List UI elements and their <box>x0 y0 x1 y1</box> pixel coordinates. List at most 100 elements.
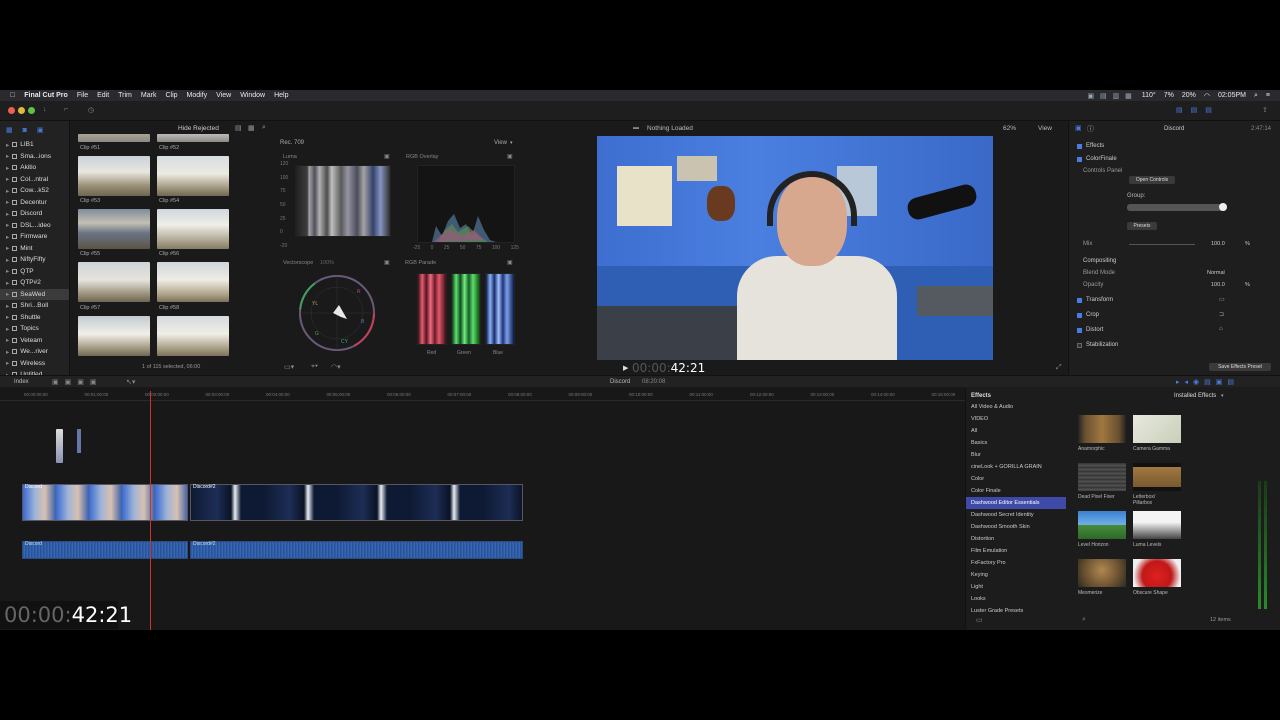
disclosure-triangle-icon[interactable]: ▸ <box>6 256 9 264</box>
library-item[interactable]: ▸ Akitio <box>0 162 69 174</box>
library-item[interactable]: ▸ Cow...k52 <box>0 185 69 197</box>
transform-onscreen-icon[interactable]: ▭ <box>1219 296 1225 303</box>
colorfinale-checkbox[interactable] <box>1077 156 1082 162</box>
crop-checkbox[interactable] <box>1077 312 1082 318</box>
effects-category[interactable]: cineLook + GORILLA GRAIN <box>966 461 1066 473</box>
clip-thumbnail[interactable] <box>78 316 150 356</box>
effect-thumbnail[interactable] <box>1133 559 1181 587</box>
library-item[interactable]: ▸ Shri...Boll <box>0 300 69 312</box>
library-item[interactable]: ▸ LIB1 <box>0 139 69 151</box>
menu-clip[interactable]: Clip <box>165 92 177 99</box>
distort-onscreen-icon[interactable]: ⌂ <box>1219 326 1223 332</box>
clock[interactable]: 02:05PM <box>1218 92 1246 99</box>
effects-category[interactable]: Dashwood Editor Essentials <box>966 497 1066 509</box>
disclosure-triangle-icon[interactable]: ▸ <box>6 325 9 333</box>
effects-sidebar-toggle-icon[interactable]: ▭ <box>976 616 983 624</box>
connected-clip-small[interactable] <box>77 429 81 453</box>
stabilization-row[interactable]: Stabilization <box>1077 342 1118 348</box>
library-item[interactable]: ▸ QTP <box>0 266 69 278</box>
select-tool-icon[interactable]: ↖▾ <box>126 378 135 386</box>
vectorscope-settings-icon[interactable]: ▣ <box>384 259 390 266</box>
menu-file[interactable]: File <box>77 92 88 99</box>
library-item[interactable]: ▸ Mint <box>0 243 69 255</box>
library-item[interactable]: ▸ Veteam <box>0 335 69 347</box>
disclosure-triangle-icon[interactable]: ▸ <box>6 336 9 344</box>
zoom-menu[interactable]: 62% <box>1003 125 1016 132</box>
effects-category[interactable]: Dashwood Secret Identity <box>966 509 1066 521</box>
colorfinale-row[interactable]: ColorFinale <box>1077 156 1117 162</box>
save-effects-preset-button[interactable]: Save Effects Preset <box>1209 363 1271 371</box>
effects-category[interactable]: VIDEO <box>966 413 1066 425</box>
transform-row[interactable]: Transform <box>1077 297 1113 303</box>
clip-thumbnail[interactable] <box>78 209 150 249</box>
video-frame[interactable] <box>597 136 993 360</box>
list-icon[interactable]: ≡ <box>1266 92 1270 99</box>
effects-category[interactable]: Dashwood Smooth Skin <box>966 521 1066 533</box>
effects-category[interactable]: Blur <box>966 449 1066 461</box>
search-icon[interactable]: ⌕ <box>262 124 266 132</box>
effect-thumbnail[interactable] <box>1078 511 1126 539</box>
playhead[interactable] <box>149 391 151 630</box>
distort-checkbox[interactable] <box>1077 327 1082 333</box>
wifi-icon[interactable]: ◠ <box>1204 92 1210 100</box>
effects-category[interactable]: Basics <box>966 437 1066 449</box>
blend-mode-popup[interactable]: Normal <box>1207 270 1225 276</box>
installed-effects-chevron-icon[interactable]: ▾ <box>1221 393 1224 399</box>
effects-category[interactable]: Color <box>966 473 1066 485</box>
menu-modify[interactable]: Modify <box>187 92 208 99</box>
effects-category[interactable]: Keying <box>966 569 1066 581</box>
mix-slider[interactable] <box>1129 244 1195 245</box>
timeline-right-icons[interactable]: ▸◂◉▤▣▤ <box>1176 378 1239 386</box>
crop-row[interactable]: Crop <box>1077 312 1099 318</box>
keyword-icon[interactable]: ⌐ <box>64 106 68 113</box>
library-item[interactable]: ▸ DSL...ideo <box>0 220 69 232</box>
disclosure-triangle-icon[interactable]: ▸ <box>6 244 9 252</box>
effects-checkbox[interactable] <box>1077 143 1082 149</box>
effects-category[interactable]: Looks <box>966 593 1066 605</box>
scopes-view-chevron-icon[interactable]: ▾ <box>510 140 513 146</box>
libraries-icon[interactable]: ▦ <box>6 126 13 134</box>
menu-edit[interactable]: Edit <box>97 92 109 99</box>
stabilization-checkbox[interactable] <box>1077 342 1082 348</box>
layout-icons[interactable]: ▤▤▤ <box>1176 106 1220 114</box>
disclosure-triangle-icon[interactable]: ▸ <box>6 233 9 241</box>
library-item[interactable]: ▸ SeaWed <box>0 288 69 300</box>
enhance-icon[interactable]: ◠▾ <box>331 363 341 371</box>
disclosure-triangle-icon[interactable]: ▸ <box>6 267 9 275</box>
menu-mark[interactable]: Mark <box>141 92 157 99</box>
list-view-icon[interactable]: ▦ <box>248 124 255 132</box>
close-button[interactable] <box>8 107 15 114</box>
scopes-layout-icon[interactable]: ▭▾ <box>284 363 294 371</box>
background-tasks-icon[interactable]: ◷ <box>88 106 94 114</box>
clip-thumbnail[interactable] <box>157 262 229 302</box>
mix-value[interactable]: 100.0 <box>1211 241 1225 247</box>
filter-dropdown[interactable]: Hide Rejected <box>178 125 219 132</box>
clip-thumbnail[interactable] <box>157 209 229 249</box>
effect-thumbnail[interactable] <box>1133 511 1181 539</box>
timeline[interactable]: 00:00:00:00 00:01:00:00 00:02:00:00 00:03:0… <box>0 387 965 630</box>
disclosure-triangle-icon[interactable]: ▸ <box>6 164 9 172</box>
disclosure-triangle-icon[interactable]: ▸ <box>6 348 9 356</box>
crop-onscreen-icon[interactable]: ⊐ <box>1219 311 1224 318</box>
compositing-header[interactable]: Compositing <box>1083 258 1116 264</box>
library-item[interactable]: ▸ QTP#2 <box>0 277 69 289</box>
disclosure-triangle-icon[interactable]: ▸ <box>6 152 9 160</box>
info-inspector-icon[interactable]: ⓘ <box>1087 124 1094 134</box>
group-popup-chevron-icon[interactable] <box>1219 203 1227 211</box>
effects-category[interactable]: Film Emulation <box>966 545 1066 557</box>
effect-thumbnail[interactable] <box>1078 415 1126 443</box>
luma-settings-icon[interactable]: ▣ <box>384 153 390 160</box>
clip-thumbnail[interactable] <box>78 156 150 196</box>
audio-clip-2[interactable]: Discord#2 <box>190 541 523 559</box>
clip-thumbnail[interactable] <box>157 134 229 142</box>
effects-category[interactable]: FxFactory Pro <box>966 557 1066 569</box>
effects-category[interactable]: All <box>966 425 1066 437</box>
clip-appearance-icon[interactable]: ▤ <box>235 124 242 132</box>
audio-clip-1[interactable]: Discord <box>22 541 188 559</box>
disclosure-triangle-icon[interactable]: ▸ <box>6 187 9 195</box>
open-controls-button[interactable]: Open Controls <box>1129 176 1175 184</box>
library-item[interactable]: ▸ Discord <box>0 208 69 220</box>
zoom-button[interactable] <box>28 107 35 114</box>
video-inspector-icon[interactable]: ▣ <box>1075 124 1082 132</box>
presets-button[interactable]: Presets <box>1127 222 1157 230</box>
